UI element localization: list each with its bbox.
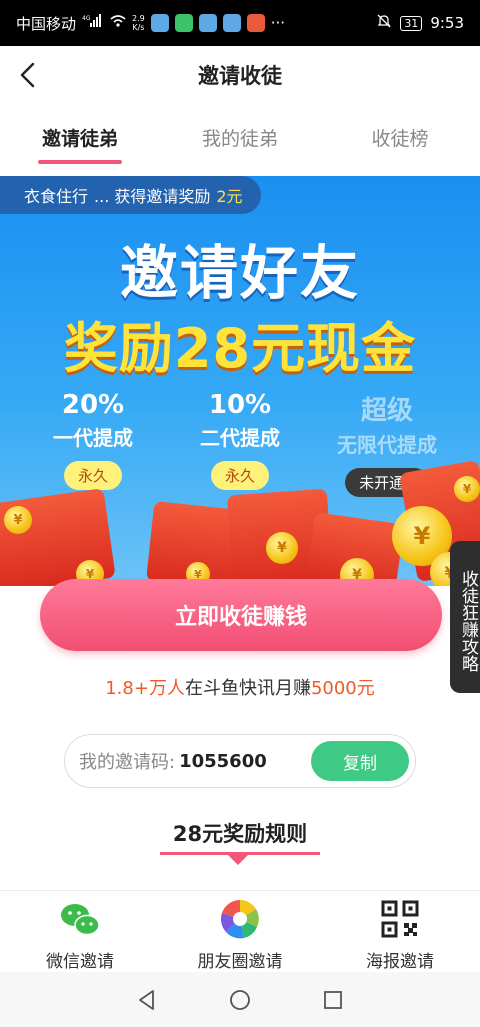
copy-button[interactable]: 复制 [311,741,409,781]
invite-code-label: 我的邀请码: [79,752,176,773]
wifi-icon [110,14,126,32]
tab-leaderboard[interactable]: 收徒榜 [320,104,480,166]
tab-bar: 邀请徒弟 我的徒弟 收徒榜 [0,104,480,166]
coin-icon: ¥ [266,532,298,564]
battery-icon: 31 [400,15,423,31]
share-wechat-label: 微信邀请 [46,952,114,972]
more-notifications: ··· [270,14,286,32]
recents-square-icon[interactable] [321,988,345,1012]
earnings-stat: 1.8+万人在斗鱼快讯月赚5000元 [0,674,480,700]
ticker-amount: 2元 [216,187,243,206]
recruit-earn-button[interactable]: 立即收徒赚钱 [40,579,442,651]
stat-amount: 5000元 [310,678,375,699]
apprentice-strategy-tab[interactable]: 收徒狂赚攻略 [450,541,480,693]
share-moments-label: 朋友圈邀请 [197,952,283,972]
commission-pct: 20% [61,390,125,420]
clock: 9:53 [430,14,464,32]
commission-pct: 10% [208,390,272,420]
stat-count: 1.8+万人 [105,678,185,699]
reward-ticker: 衣食住行 ... 获得邀请奖励 2元 [0,176,261,214]
headline-invite-friends: 邀请好友 [119,239,360,307]
invite-code-value: 1055600 [179,750,267,772]
app-notification-icon [222,14,241,32]
share-wechat-button[interactable]: 微信邀请 [0,891,160,972]
ticker-user: 衣食住行 [24,187,89,206]
rules-pointer [228,855,248,865]
home-circle-icon[interactable] [228,988,252,1012]
commission-pct: 超级 [360,396,413,426]
mute-icon [376,13,392,33]
app-notification-icon [198,14,217,32]
qrcode-icon [381,900,419,938]
headline-reward: 奖励28元现金 [63,317,417,380]
wechat-notification-icon [174,14,193,32]
app-notification-icon [246,14,265,32]
invite-code-box: 我的邀请码: 1055600 复制 [64,734,416,788]
net-speed: 2.9 K/s [132,14,145,32]
app-notification-icon [150,14,169,32]
page-title: 邀请收徒 [198,64,282,88]
coin-icon: ¥ [454,476,480,502]
commission-label: 一代提成 [53,426,133,450]
ticker-text: ... 获得邀请奖励 [94,187,211,206]
share-bar: 微信邀请 朋友圈邀请 海报邀请 [0,890,480,972]
share-poster-button[interactable]: 海报邀请 [320,891,480,972]
system-nav-bar [0,972,480,1027]
carrier-label: 中国移动 [16,14,77,33]
red-envelopes-decoration: ¥ ¥ ¥ ¥ ¥ ¥ ¥ ¥ [0,459,480,586]
stat-text: 在斗鱼快讯月赚 [184,678,311,699]
promo-banner: 衣食住行 ... 获得邀请奖励 2元 邀请好友 奖励28元现金 20% 一代提成… [0,176,480,586]
moments-icon [220,899,260,939]
svg-text:4G: 4G [82,15,91,22]
wechat-icon [61,904,100,936]
chevron-left-icon [20,62,35,88]
share-poster-label: 海报邀请 [366,952,434,972]
coin-icon: ¥ [4,506,32,534]
share-moments-button[interactable]: 朋友圈邀请 [160,891,320,972]
commission-label: 无限代提成 [337,433,437,457]
rules-title: 28元奖励规则 [172,822,308,846]
back-triangle-icon[interactable] [135,988,159,1012]
page-header: 邀请收徒 [0,46,480,104]
commission-label: 二代提成 [200,426,280,450]
tab-invite-apprentice[interactable]: 邀请徒弟 [0,104,160,166]
signal-icon: 4G [82,14,104,32]
status-bar: 中国移动 4G 2.9 K/s ··· 31 9:53 [0,0,480,46]
tab-my-apprentices[interactable]: 我的徒弟 [160,104,320,166]
back-button[interactable] [14,60,44,90]
